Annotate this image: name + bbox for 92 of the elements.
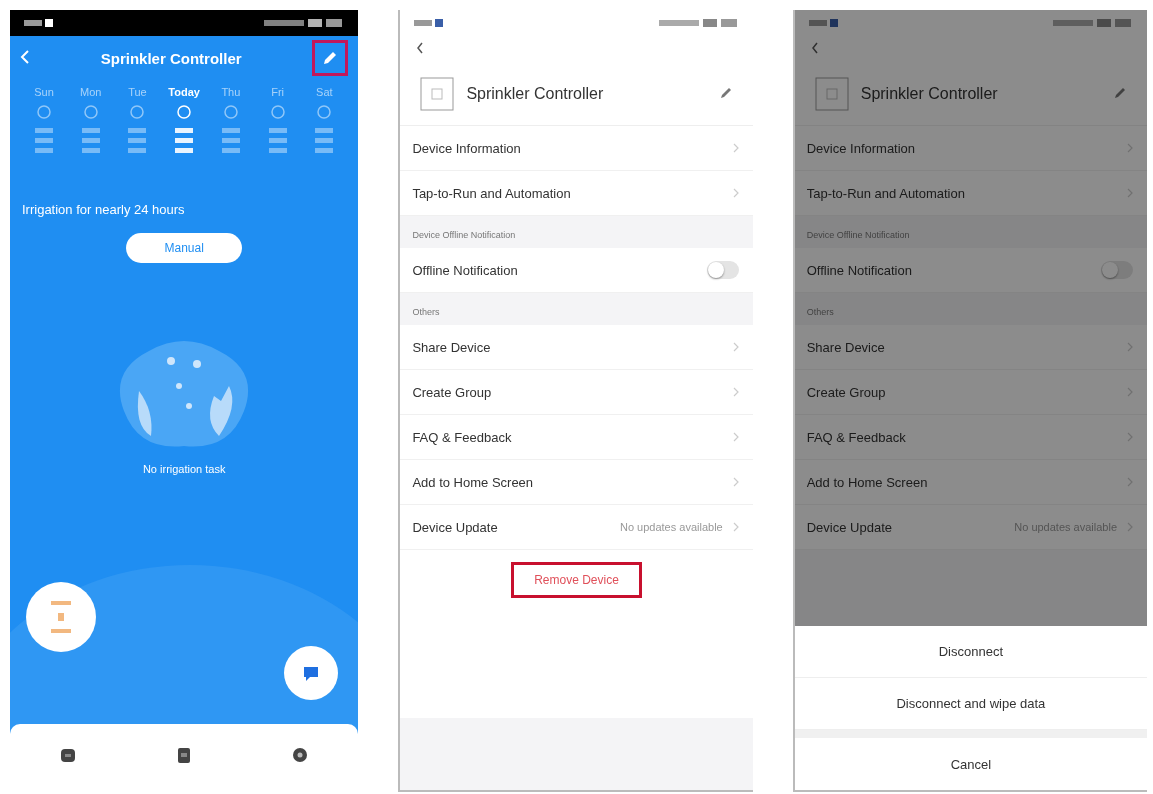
row-label: Tap-to-Run and Automation [412,185,571,201]
row-label: Share Device [412,339,491,355]
row-label: Device Information [412,140,521,156]
chevron-right-icon [1127,143,1133,153]
pencil-icon [1113,85,1127,100]
forecast-bars-icon [33,126,55,156]
forecast-bars-icon [173,126,196,156]
forecast-bars-icon [313,126,336,156]
row-label: FAQ & Feedback [412,429,512,445]
weekday-label: Fri [271,86,284,98]
weather-icon [129,104,146,120]
weekday-label: Mon [80,86,102,98]
irrigation-status: Irrigation for nearly 24 hours [21,201,186,217]
screen-title: Sprinkler Controller [100,49,242,67]
weekday-label: Today [168,86,200,98]
weekday-label: Thu [221,86,241,98]
weather-icon [82,104,99,120]
row-label: Create Group [412,384,492,400]
row-label: Tap-to-Run and Automation [806,185,965,201]
toggle-switch[interactable] [1101,261,1133,279]
row-label: Device Information [806,140,916,156]
row-label: Add to Home Screen [806,474,928,490]
chevron-right-icon [1127,387,1133,397]
chevron-right-icon [732,432,739,442]
row-label: FAQ & Feedback [806,429,906,445]
row-label: Offline Notification [412,262,518,278]
device-thumbnail-icon [420,77,455,111]
device-name: Sprinkler Controller [860,85,999,103]
settings-row[interactable]: Device Update No updates available [400,505,753,550]
row-label: Add to Home Screen [412,474,534,490]
section-header: Device Offline Notification [411,229,517,242]
weather-icon [176,104,193,120]
settings-row[interactable]: Device Information [400,126,753,171]
manual-button[interactable]: Manual [126,233,243,263]
empty-state-message: No irrigation task [142,463,226,475]
chevron-right-icon [732,143,739,153]
settings-row[interactable]: Tap-to-Run and Automation [794,171,1147,216]
chevron-right-icon [1127,188,1133,198]
chevron-right-icon [1127,522,1133,532]
settings-row[interactable]: Share Device [400,325,753,370]
document-icon [176,747,193,764]
home-icon [60,747,77,764]
remove-device-button[interactable]: Remove Device [511,562,642,598]
weekday-label: Sat [316,86,333,98]
row-label: Device Update [412,519,498,535]
weather-icon [269,104,286,120]
chevron-right-icon [732,522,739,532]
chevron-right-icon [1127,342,1133,352]
row-label: Create Group [806,384,886,400]
timer-icon [49,599,73,635]
forecast-bars-icon [79,126,102,156]
weekday-label: Sun [34,86,54,98]
settings-row[interactable]: Device Update No updates available [794,505,1147,550]
section-header: Device Offline Notification [805,229,911,242]
row-value: No updates available [619,521,723,533]
chevron-right-icon [1127,477,1133,487]
chat-button[interactable] [284,646,338,700]
chevron-right-icon [1127,432,1133,442]
settings-row[interactable]: Tap-to-Run and Automation [400,171,753,216]
settings-row[interactable]: Add to Home Screen [400,460,753,505]
chevron-right-icon [732,188,739,198]
settings-row[interactable]: Add to Home Screen [794,460,1147,505]
settings-row[interactable]: Create Group [794,370,1147,415]
edit-button[interactable] [312,40,349,76]
pencil-icon [718,85,733,100]
forecast-bars-icon [126,126,149,156]
row-label: Offline Notification [806,262,912,278]
sheet-option[interactable]: Disconnect [794,626,1147,678]
chevron-right-icon [732,477,739,487]
settings-icon [292,747,309,764]
chevron-right-icon [732,342,739,352]
forecast-bars-icon [266,126,289,156]
row-label: Share Device [806,339,885,355]
weather-icon [36,104,52,120]
settings-row[interactable]: Create Group [400,370,753,415]
weather-icon [316,104,333,120]
forecast-bars-icon [219,126,242,156]
settings-row[interactable]: Share Device [794,325,1147,370]
section-header: Others [411,306,441,319]
pencil-icon [322,50,339,66]
section-header: Others [805,306,835,319]
device-thumbnail-icon [814,77,849,111]
settings-row[interactable]: FAQ & Feedback [794,415,1147,460]
weather-icon [222,104,239,120]
toggle-switch[interactable] [706,261,739,279]
row-value: No updates available [1014,521,1117,533]
settings-row[interactable]: FAQ & Feedback [400,415,753,460]
settings-row[interactable]: Device Information [794,126,1147,171]
device-name: Sprinkler Controller [466,85,605,103]
row-label: Device Update [806,519,892,535]
weekday-label: Tue [128,86,147,98]
chevron-right-icon [732,387,739,397]
